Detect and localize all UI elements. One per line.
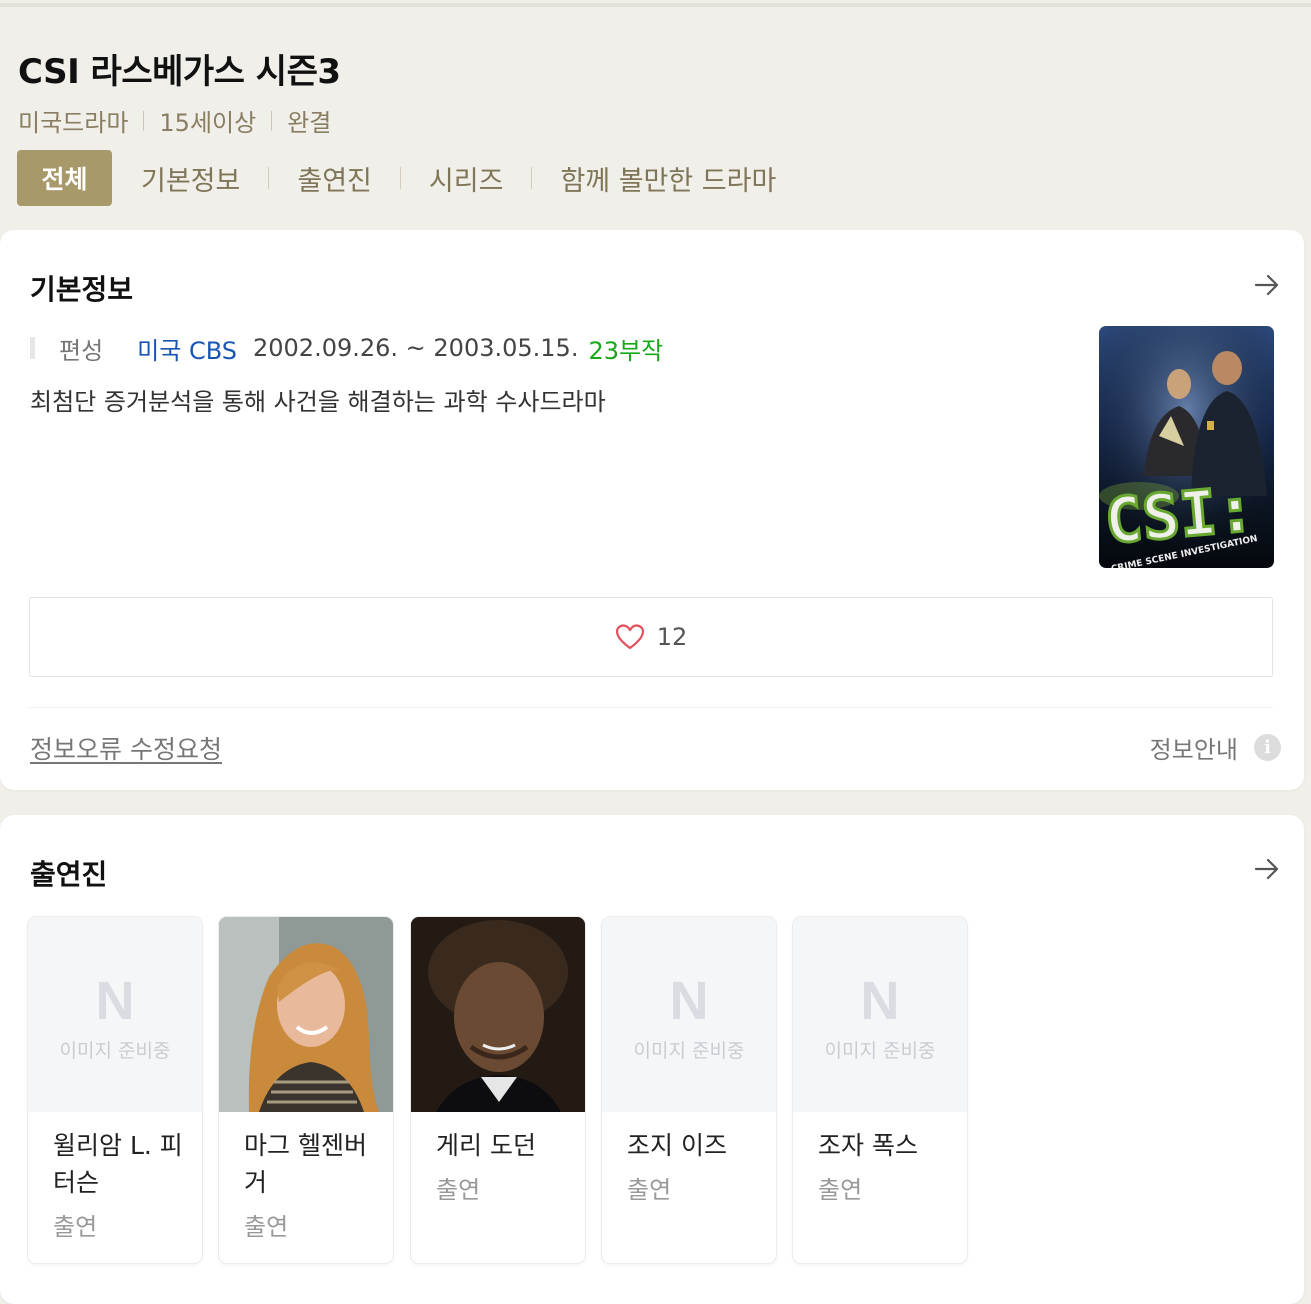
arrow-right-icon[interactable] [1253,271,1281,299]
placeholder-text: 이미지 준비중 [633,1040,745,1062]
tab-bar: 전체 기본정보 출연진 시리즈 함께 볼만한 드라마 [17,150,776,206]
tab-cast[interactable]: 출연진 [297,159,372,198]
tab-recommended-dramas[interactable]: 함께 볼만한 드라마 [560,159,776,198]
broadcast-info-row: 편성 미국 CBS 2002.09.26. ~ 2003.05.15. 23부작 [30,330,663,366]
cast-name: 조자 폭스 [818,1131,918,1160]
cast-member-card[interactable]: 게리 도던 출연 [411,917,585,1263]
tab-separator [399,167,401,189]
cast-photo-image [411,917,585,1112]
cast-role: 출연 [244,1213,289,1241]
meta-status: 완결 [287,109,332,137]
cast-member-card[interactable]: N 이미지 준비중 조지 이즈 출연 [602,917,776,1263]
cast-member-card[interactable]: N 이미지 준비중 윌리암 L. 피터슨 출연 [28,917,202,1263]
drama-description: 최첨단 증거분석을 통해 사건을 해결하는 과학 수사드라마 [30,388,606,416]
info-icon: i [1254,734,1281,761]
tab-all[interactable]: 전체 [17,150,112,206]
drama-poster[interactable]: CSI: CRIME SCENE INVESTIGATION [1099,326,1274,568]
report-error-link[interactable]: 정보오류 수정요청 [30,730,222,766]
section-divider [29,707,1273,708]
info-bar [30,337,35,359]
cast-photo-image [219,917,393,1112]
cast-name: 윌리암 L. 피터슨 [53,1131,183,1197]
cast-member-card[interactable]: 마그 헬젠버거 출연 [219,917,393,1263]
tab-separator [531,167,533,189]
cast-name: 조지 이즈 [627,1131,727,1160]
network-link[interactable]: 미국 CBS [137,331,237,366]
cast-photo-placeholder: N 이미지 준비중 [602,917,776,1112]
meta-separator [143,110,145,131]
like-button[interactable]: 12 [29,597,1273,677]
cast-photo-placeholder: N 이미지 준비중 [28,917,202,1112]
placeholder-text: 이미지 준비중 [59,1040,171,1062]
cast-role: 출연 [818,1176,863,1204]
episode-count: 23부작 [588,336,664,365]
cast-role: 출연 [53,1213,98,1241]
cast-name: 마그 헬젠버거 [244,1131,367,1197]
page-title: CSI 라스베가스 시즌3 [18,52,341,92]
placeholder-logo: N [669,971,709,1031]
tab-basic-info[interactable]: 기본정보 [141,159,240,198]
cast-photo-placeholder: N 이미지 준비중 [793,917,967,1112]
cast-member-card[interactable]: N 이미지 준비중 조자 폭스 출연 [793,917,967,1263]
drama-meta: 미국드라마 15세이상 완결 [18,103,331,138]
meta-rating: 15세이상 [159,109,257,137]
meta-genre: 미국드라마 [18,109,129,137]
heart-icon [615,624,644,650]
broadcast-label: 편성 [59,336,104,365]
poster-logo: CSI: CRIME SCENE INVESTIGATION [1100,471,1258,568]
cast-photo [411,917,585,1112]
cast-role: 출연 [436,1176,481,1204]
info-guide-label: 정보안내 [1149,736,1238,764]
page-header: CSI 라스베가스 시즌3 [18,44,341,93]
arrow-right-icon[interactable] [1253,855,1281,883]
placeholder-text: 이미지 준비중 [824,1040,936,1062]
tab-series[interactable]: 시리즈 [429,159,504,198]
like-count: 12 [656,623,688,651]
cast-role: 출연 [627,1176,672,1204]
air-dates: 2002.09.26. ~ 2003.05.15. [253,334,579,362]
top-divider [0,3,1311,7]
basic-info-title[interactable]: 기본정보 [30,268,133,308]
cast-photo [219,917,393,1112]
meta-separator [271,110,273,131]
info-guide[interactable]: 정보안내 i [1150,730,1281,765]
placeholder-logo: N [860,971,900,1031]
placeholder-logo: N [95,971,135,1031]
tab-separator [268,167,270,189]
cast-title[interactable]: 출연진 [30,853,107,893]
cast-name: 게리 도던 [436,1131,536,1160]
